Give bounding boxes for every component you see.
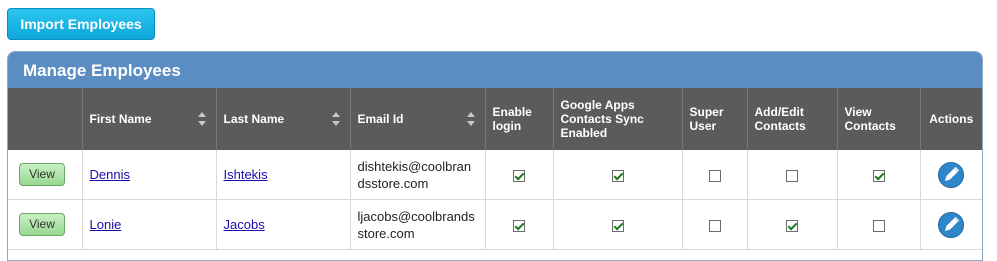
last-name-link[interactable]: Ishtekis xyxy=(224,167,268,182)
first-name-cell: Lonie xyxy=(82,199,217,250)
view-button[interactable]: View xyxy=(19,163,65,186)
last-name-cell: Ishtekis xyxy=(216,150,351,200)
super-user-checkbox[interactable] xyxy=(708,219,721,232)
email-text: dishtekis@coolbrandsstore.com xyxy=(357,158,472,191)
add-edit-contacts-checkbox[interactable] xyxy=(786,219,798,232)
google-sync-checkbox[interactable] xyxy=(611,169,624,182)
table-row: View Dennis Ishtekis dishtekis@coolbrandsst… xyxy=(8,150,982,200)
super-user-checkbox[interactable] xyxy=(708,169,721,182)
header-view-contacts: View Contacts xyxy=(837,88,921,150)
sort-icon[interactable] xyxy=(197,112,206,126)
enable-login-checkbox[interactable] xyxy=(513,169,525,182)
enable-login-cell xyxy=(485,199,554,250)
view-cell: View xyxy=(8,150,83,200)
header-last-name-label: Last Name xyxy=(223,112,285,126)
table-header-row: First Name Last Name Email Id Enable log… xyxy=(8,88,982,150)
header-add-edit-contacts: Add/Edit Contacts xyxy=(747,88,838,150)
header-last-name[interactable]: Last Name xyxy=(216,88,351,150)
enable-login-cell xyxy=(485,150,554,200)
view-contacts-checkbox[interactable] xyxy=(872,169,885,182)
google-sync-cell xyxy=(553,150,683,200)
edit-pencil-icon[interactable] xyxy=(938,211,965,238)
header-view xyxy=(8,88,83,150)
header-actions: Actions xyxy=(920,88,982,150)
header-enable-login: Enable login xyxy=(485,88,554,150)
enable-login-checkbox[interactable] xyxy=(513,219,525,232)
first-name-cell: Dennis xyxy=(82,150,217,200)
add-edit-contacts-cell xyxy=(747,150,838,200)
header-first-name[interactable]: First Name xyxy=(82,88,217,150)
sort-icon[interactable] xyxy=(331,112,340,126)
last-name-link[interactable]: Jacobs xyxy=(224,217,265,232)
google-sync-cell xyxy=(553,199,683,250)
header-super-user: Super User xyxy=(682,88,748,150)
email-cell: ljacobs@coolbrandsstore.com xyxy=(350,199,486,250)
header-first-name-label: First Name xyxy=(89,112,152,126)
employees-table: First Name Last Name Email Id Enable log… xyxy=(8,88,982,250)
first-name-link[interactable]: Lonie xyxy=(90,217,122,232)
header-email-id[interactable]: Email Id xyxy=(350,88,486,150)
header-google-sync: Google Apps Contacts Sync Enabled xyxy=(553,88,683,150)
table-row: View Lonie Jacobs ljacobs@coolbrandsstore.c… xyxy=(8,199,982,250)
view-contacts-cell xyxy=(837,199,921,250)
view-contacts-checkbox[interactable] xyxy=(872,219,885,232)
first-name-link[interactable]: Dennis xyxy=(90,167,130,182)
last-name-cell: Jacobs xyxy=(216,199,351,250)
super-user-cell xyxy=(682,150,748,200)
email-cell: dishtekis@coolbrandsstore.com xyxy=(350,150,486,200)
sort-icon[interactable] xyxy=(466,112,475,126)
view-cell: View xyxy=(8,199,83,250)
add-edit-contacts-checkbox[interactable] xyxy=(786,169,798,182)
import-employees-button[interactable]: Import Employees xyxy=(7,8,155,40)
email-text: ljacobs@coolbrandsstore.com xyxy=(357,208,475,241)
view-contacts-cell xyxy=(837,150,921,200)
add-edit-contacts-cell xyxy=(747,199,838,250)
super-user-cell xyxy=(682,199,748,250)
edit-pencil-icon[interactable] xyxy=(938,161,965,188)
panel-title: Manage Employees xyxy=(8,52,982,88)
view-button[interactable]: View xyxy=(19,213,65,236)
actions-cell xyxy=(920,199,982,250)
header-email-id-label: Email Id xyxy=(357,112,404,126)
manage-employees-panel: Manage Employees First Name Last Name Em… xyxy=(7,51,983,261)
actions-cell xyxy=(920,150,982,200)
google-sync-checkbox[interactable] xyxy=(611,219,624,232)
